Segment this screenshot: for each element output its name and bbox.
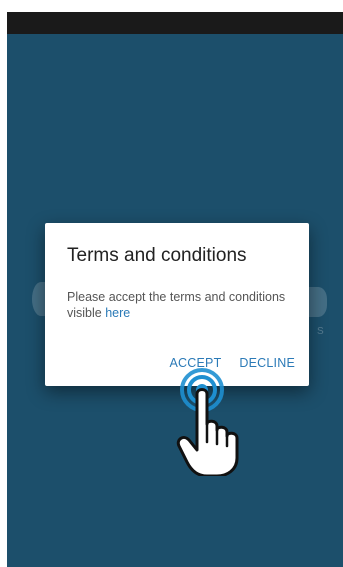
status-bar [7, 12, 343, 34]
terms-dialog: Terms and conditions Please accept the t… [45, 223, 309, 386]
terms-link[interactable]: here [105, 306, 130, 320]
dialog-message-text: Please accept the terms and conditions v… [67, 290, 286, 320]
decline-button[interactable]: DECLINE [239, 356, 295, 370]
accept-button[interactable]: ACCEPT [170, 356, 222, 370]
background-logo-text-fragment: S [317, 326, 324, 337]
dialog-message: Please accept the terms and conditions v… [67, 289, 287, 321]
dialog-actions: ACCEPT DECLINE [170, 356, 296, 370]
phone-screen: S Terms and conditions Please accept the… [7, 12, 343, 567]
dialog-title: Terms and conditions [67, 245, 247, 266]
